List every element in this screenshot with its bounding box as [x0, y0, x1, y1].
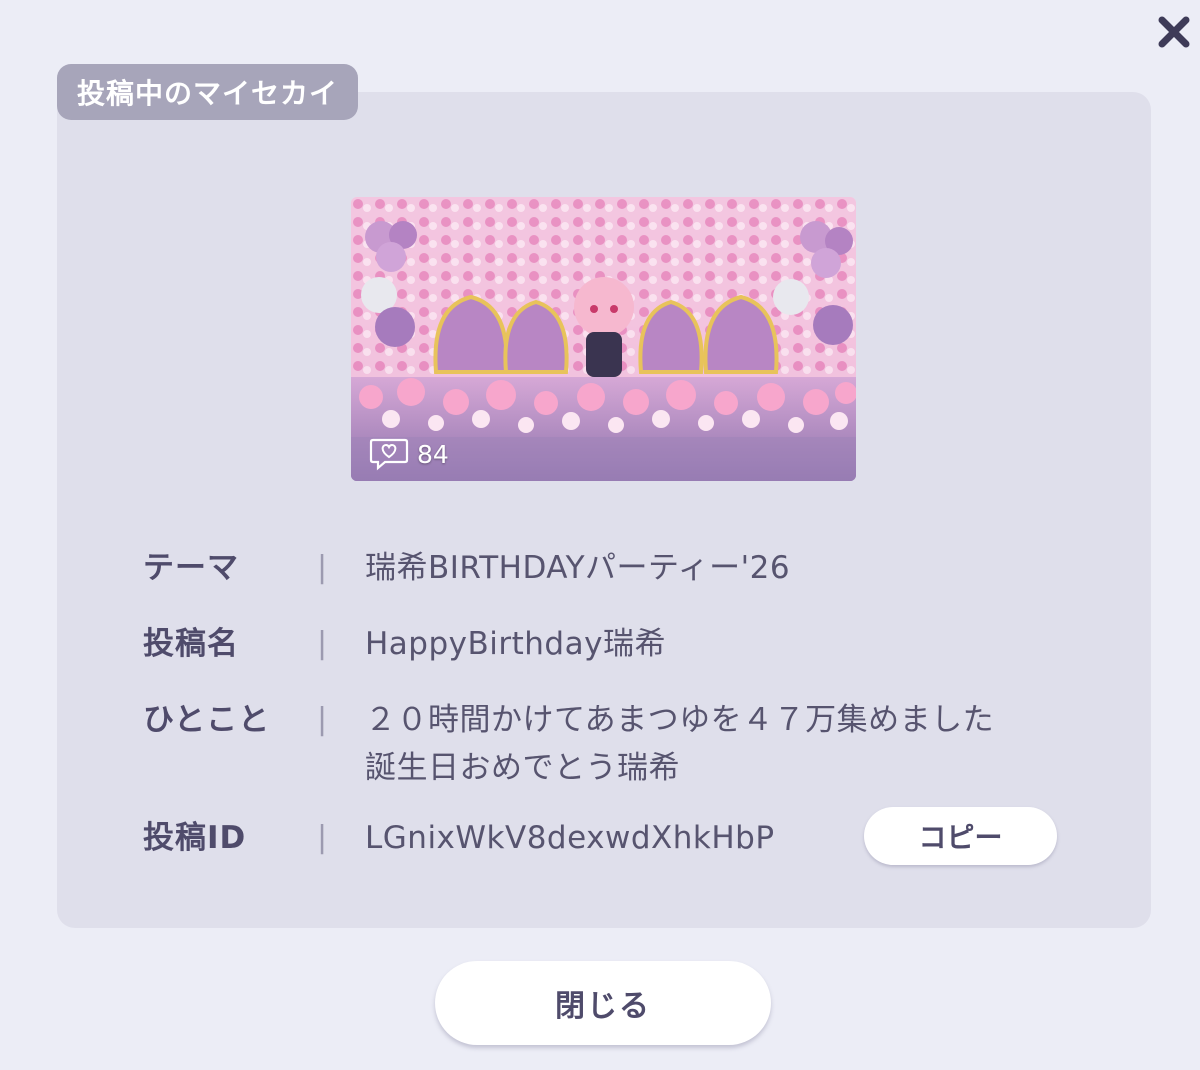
close-x-icon[interactable] — [1154, 12, 1194, 52]
separator: | — [317, 702, 328, 737]
separator: | — [317, 820, 328, 855]
post-title-value: HappyBirthday瑞希 — [365, 626, 666, 662]
comment-label: ひとこと — [143, 702, 271, 738]
post-id-value: LGnixWkV8dexwdXhkHbP — [365, 820, 775, 856]
close-button[interactable]: 閉じる — [435, 961, 771, 1045]
like-count: 84 — [417, 439, 449, 469]
theme-row: テーマ | 瑞希BIRTHDAYパーティー'26 — [143, 544, 790, 592]
like-count-overlay: 84 — [369, 437, 449, 471]
section-tab: 投稿中のマイセカイ — [57, 64, 359, 120]
separator: | — [317, 550, 328, 585]
comment-row: ひとこと | ２０時間かけてあまつゆを４７万集めました 誕生日おめでとう瑞希 — [143, 696, 994, 792]
comment-value: ２０時間かけてあまつゆを４７万集めました 誕生日おめでとう瑞希 — [365, 702, 995, 786]
heart-speech-bubble-icon — [369, 438, 409, 471]
post-id-row: 投稿ID | LGnixWkV8dexwdXhkHbP — [143, 814, 775, 862]
theme-value: 瑞希BIRTHDAYパーティー'26 — [365, 550, 791, 586]
post-title-label: 投稿名 — [143, 626, 239, 662]
separator: | — [317, 626, 328, 661]
post-id-label: 投稿ID — [143, 820, 247, 856]
copy-button[interactable]: コピー — [864, 807, 1057, 865]
post-title-row: 投稿名 | HappyBirthday瑞希 — [143, 620, 666, 668]
post-detail-dialog: 投稿中のマイセカイ 84 テーマ | 瑞希BIRTHDAYパーティー'26 投稿… — [0, 0, 1200, 1070]
post-thumbnail[interactable]: 84 — [351, 197, 856, 481]
theme-label: テーマ — [143, 550, 239, 586]
